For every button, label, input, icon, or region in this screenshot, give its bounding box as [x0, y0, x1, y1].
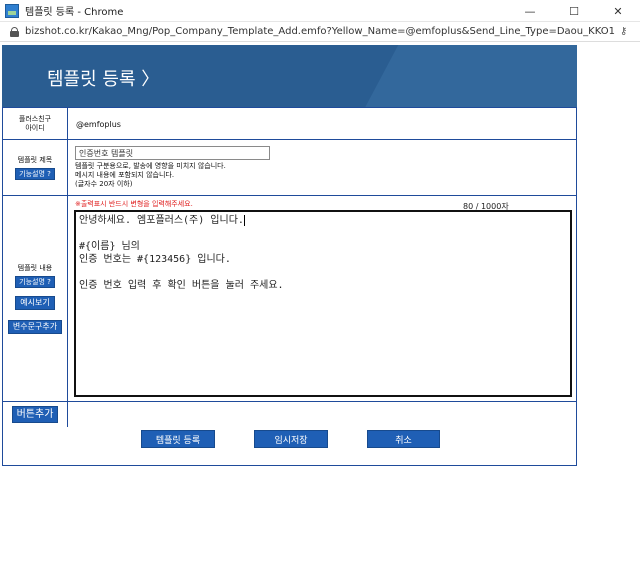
address-bar[interactable]: bizshot.co.kr/Kakao_Mng/Pop_Company_Temp…: [0, 22, 640, 42]
title-help-line3: (글자수 20자 이하): [75, 180, 133, 188]
maximize-button[interactable]: ☐: [552, 0, 596, 22]
window-titlebar: 템플릿 등록 - Chrome — ☐ ✕: [0, 0, 640, 22]
page-content: 템플릿 등록 〉 플러스친구 아이디 @emfoplus 템플릿 제목 기능설명…: [0, 42, 640, 588]
content-line: 안녕하세요. 엠포플러스(주) 입니다.: [79, 214, 245, 226]
app-icon: [5, 3, 19, 18]
preview-button[interactable]: 예시보기: [15, 295, 55, 310]
content-help-button[interactable]: 기능설명 ?: [15, 275, 55, 288]
content-label-cell: 템플릿 내용 기능설명 ? 예시보기 변수문구추가: [3, 196, 68, 401]
temp-save-button[interactable]: 임시저장: [254, 430, 328, 448]
add-button-button[interactable]: 버튼추가: [11, 406, 59, 423]
title-value-cell: 템플릿 구분용으로, 발송에 영향을 미치지 않습니다. 메시지 내용에 포함되…: [68, 140, 576, 195]
page-title: 템플릿 등록 〉: [47, 69, 160, 90]
row-template-title: 템플릿 제목 기능설명 ? 템플릿 구분용으로, 발송에 영향을 미치지 않습니…: [3, 140, 576, 196]
template-content-textarea[interactable]: 안녕하세요. 엠포플러스(주) 입니다. #{이름} 님의 인증 번호는 #{1…: [74, 210, 572, 397]
key-icon[interactable]: ⚷: [620, 26, 632, 38]
window-controls: — ☐ ✕: [508, 0, 640, 22]
add-variable-button[interactable]: 변수문구추가: [7, 319, 63, 334]
content-warning: ※출력표시 반드시 변형을 입력해주세요.: [75, 200, 193, 208]
header-banner: 템플릿 등록 〉: [2, 45, 577, 107]
sender-label-line2: 아이디: [25, 123, 45, 132]
row-template-content: 템플릿 내용 기능설명 ? 예시보기 변수문구추가 ※출력표시 반드시 변형을 …: [3, 196, 576, 402]
row-add-button: 버튼추가: [3, 402, 576, 427]
title-help-line2: 메시지 내용에 포함되지 않습니다.: [75, 171, 175, 179]
content-line: 인증 번호 입력 후 확인 버튼을 눌러 주세요.: [79, 280, 284, 291]
title-label: 템플릿 제목: [17, 155, 53, 164]
content-line: [79, 227, 567, 240]
add-button-value-cell: [68, 402, 576, 427]
add-button-label-cell: 버튼추가: [3, 402, 68, 427]
title-help-button[interactable]: 기능설명 ?: [15, 167, 55, 180]
content-line: [79, 266, 567, 279]
minimize-button[interactable]: —: [508, 0, 552, 22]
row-sender: 플러스친구 아이디 @emfoplus: [3, 108, 576, 140]
content-label: 템플릿 내용: [17, 263, 53, 272]
close-button[interactable]: ✕: [596, 0, 640, 22]
sender-value-cell: @emfoplus: [68, 108, 576, 139]
title-label-cell: 템플릿 제목 기능설명 ?: [3, 140, 68, 195]
window-title: 템플릿 등록 - Chrome: [25, 7, 124, 18]
content-line: #{이름} 님의: [79, 241, 140, 252]
content-line: 인증 번호는 #{123456} 입니다.: [79, 254, 231, 265]
sender-id: @emfoplus: [76, 120, 121, 129]
sender-label-line1: 플러스친구: [18, 114, 52, 123]
register-template-button[interactable]: 템플릿 등록: [141, 430, 215, 448]
text-caret: [243, 214, 245, 226]
lock-icon: [10, 26, 19, 37]
cancel-button[interactable]: 취소: [367, 430, 440, 448]
content-value-cell: ※출력표시 반드시 변형을 입력해주세요. 80 / 1000자 안녕하세요. …: [68, 196, 576, 401]
sender-label-cell: 플러스친구 아이디: [3, 108, 68, 139]
template-form: 플러스친구 아이디 @emfoplus 템플릿 제목 기능설명 ? 템플릿 구분…: [2, 107, 577, 466]
template-title-input[interactable]: [75, 146, 270, 160]
url-text[interactable]: bizshot.co.kr/Kakao_Mng/Pop_Company_Temp…: [25, 26, 615, 37]
title-help-line1: 템플릿 구분용으로, 발송에 영향을 미치지 않습니다.: [75, 162, 226, 170]
bottom-actions: 템플릿 등록 임시저장 취소: [0, 430, 640, 450]
